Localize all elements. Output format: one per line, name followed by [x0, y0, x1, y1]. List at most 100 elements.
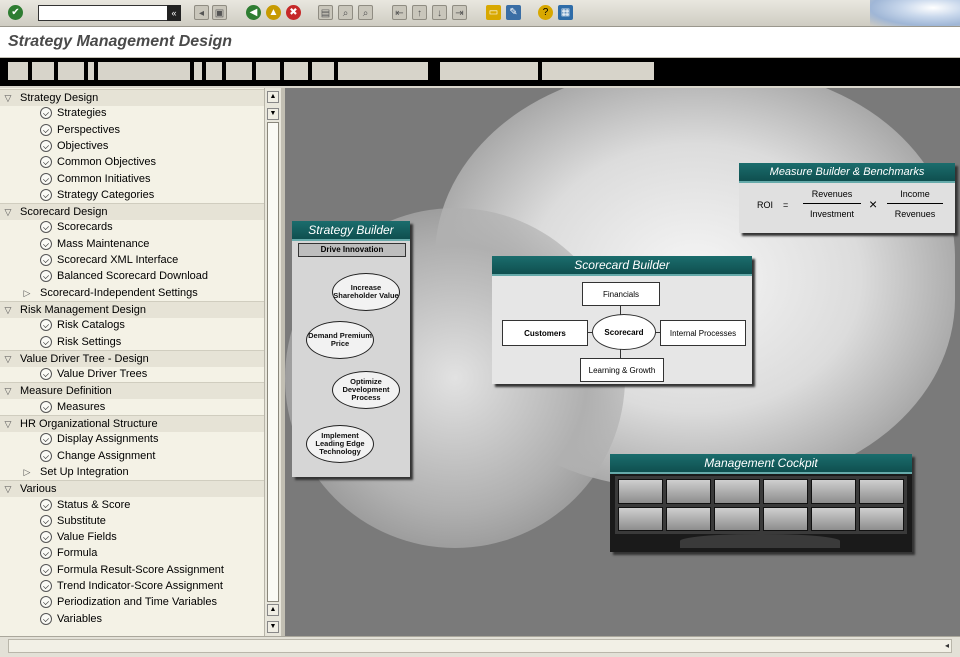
app-button[interactable]	[338, 62, 428, 80]
tree-node[interactable]: Scorecards	[0, 219, 264, 235]
financials-box: Financials	[582, 282, 660, 306]
help-icon[interactable]: ?	[538, 5, 553, 20]
strategy-step: Increase Shareholder Value	[332, 273, 400, 311]
tree-node-label: Formula	[57, 547, 98, 559]
tree-folder[interactable]: ▽ Scorecard Design	[0, 203, 264, 220]
scroll-down-icon[interactable]: ▼	[267, 108, 279, 120]
tree-node-label: Change Assignment	[57, 450, 156, 462]
tree-node[interactable]: Value Fields	[0, 529, 264, 545]
tree-node[interactable]: Strategies	[0, 105, 264, 121]
tree-node-label: Set Up Integration	[40, 466, 129, 478]
app-button[interactable]	[226, 62, 252, 80]
learning-growth-box: Learning & Growth	[580, 358, 664, 382]
tree-node[interactable]: ▷ Set Up Integration	[0, 464, 264, 480]
tree-node-label: Balanced Scorecard Download	[57, 270, 209, 282]
command-field[interactable]	[38, 5, 168, 21]
execute-node-icon	[40, 319, 52, 331]
tree-node[interactable]: ▷ Scorecard-Independent Settings	[0, 285, 264, 301]
tree-node[interactable]: Scorecard XML Interface	[0, 252, 264, 268]
tree-node[interactable]: Mass Maintenance	[0, 236, 264, 252]
horizontal-scrollbar[interactable]: ◂	[8, 639, 952, 653]
tree-node[interactable]: Risk Settings	[0, 334, 264, 350]
expand-toggle-icon[interactable]: ▷	[22, 464, 32, 480]
tree-node[interactable]: Risk Catalogs	[0, 317, 264, 333]
find-icon[interactable]: ⌕	[338, 5, 353, 20]
tree-folder[interactable]: ▽ Measure Definition	[0, 382, 264, 399]
collapse-icon[interactable]: ◂	[194, 5, 209, 20]
tree-node[interactable]: Strategy Categories	[0, 187, 264, 203]
tree-node[interactable]: Measures	[0, 399, 264, 415]
tree-node[interactable]: Perspectives	[0, 122, 264, 138]
expand-toggle-icon[interactable]: ▽	[3, 90, 13, 106]
print-icon[interactable]: ▤	[318, 5, 333, 20]
prev-page-icon[interactable]: ↑	[412, 5, 427, 20]
tree-folder[interactable]: ▽ HR Organizational Structure	[0, 415, 264, 432]
expand-toggle-icon[interactable]: ▽	[3, 351, 13, 367]
save-icon[interactable]: ▣	[212, 5, 227, 20]
roi-label: ROI	[757, 200, 774, 210]
tree-node[interactable]: Variables	[0, 611, 264, 627]
scroll-up-icon[interactable]: ▲	[267, 604, 279, 616]
back-icon[interactable]: ◀	[246, 5, 261, 20]
app-button[interactable]	[32, 62, 54, 80]
expand-toggle-icon[interactable]: ▽	[3, 302, 13, 318]
app-button[interactable]	[542, 62, 654, 80]
tree-node[interactable]: Formula	[0, 545, 264, 561]
tree-node[interactable]: Common Initiatives	[0, 171, 264, 187]
app-button[interactable]	[88, 62, 94, 80]
sap-logo-art	[870, 0, 960, 26]
execute-node-icon	[40, 189, 52, 201]
expand-toggle-icon[interactable]: ▽	[3, 204, 13, 220]
layout-icon[interactable]: ▦	[558, 5, 573, 20]
scroll-up-icon[interactable]: ▲	[267, 91, 279, 103]
tree-folder[interactable]: ▽ Value Driver Tree - Design	[0, 350, 264, 367]
tree-node[interactable]: Change Assignment	[0, 448, 264, 464]
find-next-icon[interactable]: ⌕	[358, 5, 373, 20]
app-button[interactable]	[312, 62, 334, 80]
new-session-icon[interactable]: ▭	[486, 5, 501, 20]
expand-toggle-icon[interactable]: ▷	[22, 285, 32, 301]
tree-node[interactable]: Periodization and Time Variables	[0, 594, 264, 610]
app-button[interactable]	[194, 62, 202, 80]
strategy-builder-subtitle: Drive Innovation	[298, 243, 406, 257]
tree-node[interactable]: Common Objectives	[0, 154, 264, 170]
tree-node[interactable]: Value Driver Trees	[0, 366, 264, 382]
tree-node[interactable]: Trend Indicator-Score Assignment	[0, 578, 264, 594]
tree-node[interactable]: Display Assignments	[0, 431, 264, 447]
expand-toggle-icon[interactable]: ▽	[3, 416, 13, 432]
tree-folder-label: Measure Definition	[20, 385, 112, 397]
shortcut-icon[interactable]: ✎	[506, 5, 521, 20]
tree-scrollbar[interactable]: ▲ ▼ ▲ ▼	[264, 88, 281, 636]
enter-icon[interactable]: ✔	[8, 5, 23, 20]
cancel-icon[interactable]: ✖	[286, 5, 301, 20]
app-button[interactable]	[284, 62, 308, 80]
tree-node[interactable]: Status & Score	[0, 497, 264, 513]
app-button[interactable]	[206, 62, 222, 80]
fraction-bar	[887, 203, 943, 204]
scroll-left-icon[interactable]: ◂	[945, 641, 949, 650]
tree-node[interactable]: Substitute	[0, 513, 264, 529]
first-page-icon[interactable]: ⇤	[392, 5, 407, 20]
scroll-thumb[interactable]	[267, 122, 279, 602]
tree-node[interactable]: Balanced Scorecard Download	[0, 268, 264, 284]
tree-node[interactable]: Formula Result-Score Assignment	[0, 562, 264, 578]
exit-icon[interactable]: ▲	[266, 5, 281, 20]
management-cockpit-title: Management Cockpit	[610, 454, 912, 474]
app-button[interactable]	[440, 62, 538, 80]
scroll-down-icon[interactable]: ▼	[267, 621, 279, 633]
next-page-icon[interactable]: ↓	[432, 5, 447, 20]
tree-folder[interactable]: ▽ Risk Management Design	[0, 301, 264, 318]
last-page-icon[interactable]: ⇥	[452, 5, 467, 20]
expand-toggle-icon[interactable]: ▽	[3, 383, 13, 399]
app-button[interactable]	[58, 62, 84, 80]
fraction-bar	[803, 203, 861, 204]
app-button[interactable]	[8, 62, 28, 80]
app-button[interactable]	[256, 62, 280, 80]
tree-folder[interactable]: ▽ Strategy Design	[0, 89, 264, 106]
tree-folder[interactable]: ▽ Various	[0, 480, 264, 497]
tree-node-label: Measures	[57, 401, 106, 413]
expand-toggle-icon[interactable]: ▽	[3, 481, 13, 497]
command-dropdown-icon[interactable]: «	[167, 5, 181, 21]
app-button[interactable]	[98, 62, 190, 80]
tree-node[interactable]: Objectives	[0, 138, 264, 154]
